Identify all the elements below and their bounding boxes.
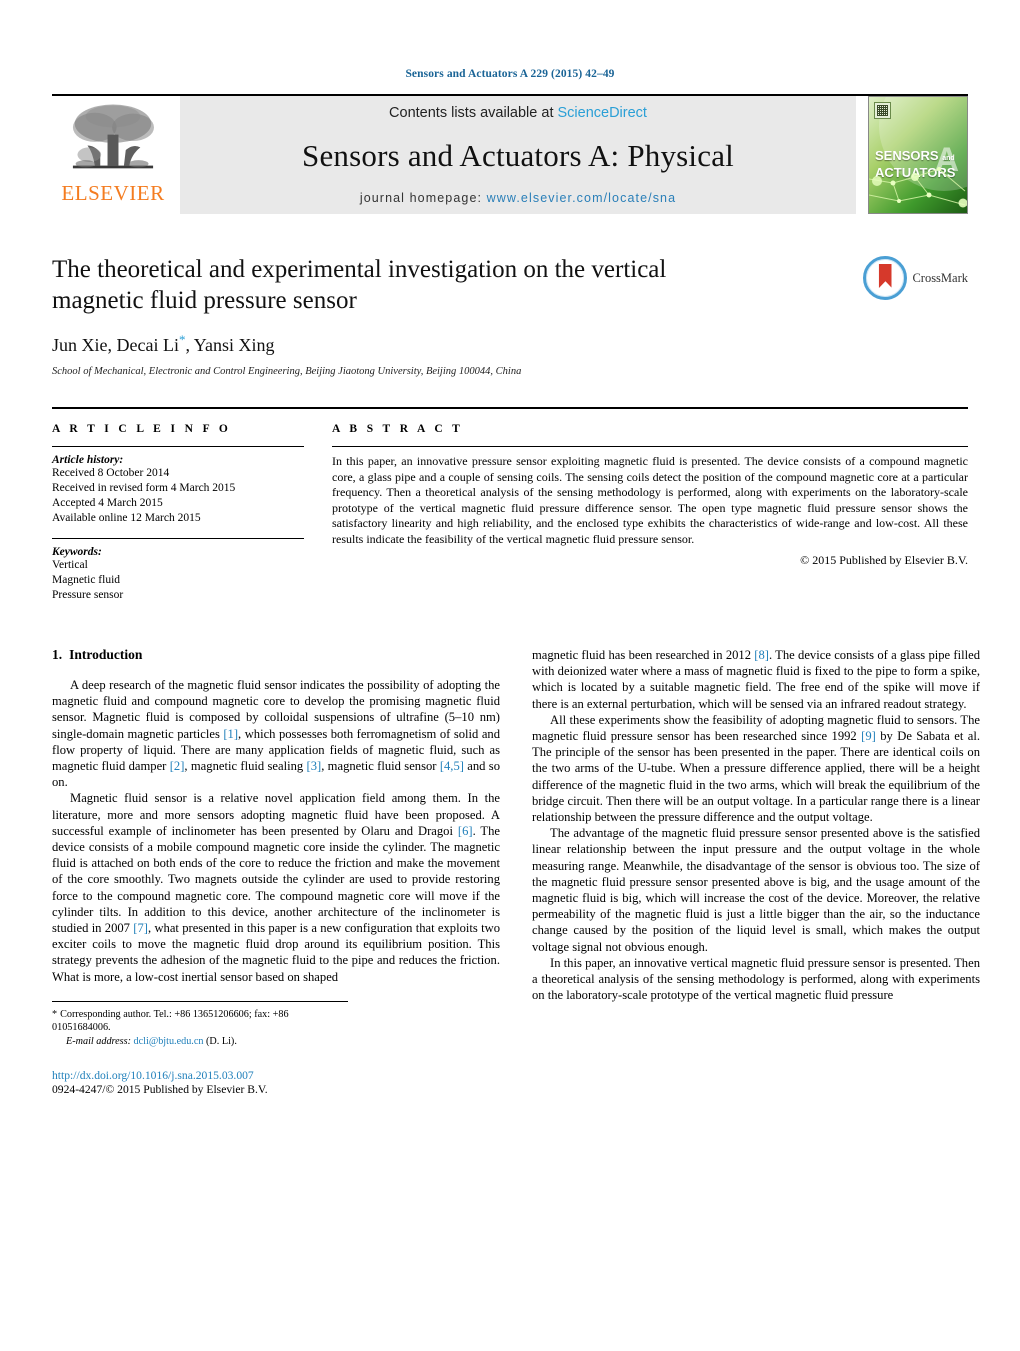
- citation-link[interactable]: [4,5]: [440, 759, 464, 773]
- citation-link[interactable]: [8]: [754, 648, 769, 662]
- info-abstract-section: A R T I C L E I N F O Article history: R…: [52, 407, 968, 603]
- section-title: Introduction: [69, 647, 143, 662]
- homepage-label: journal homepage:: [359, 191, 483, 205]
- citation-link[interactable]: [9]: [861, 729, 876, 743]
- citation-link[interactable]: [3]: [307, 759, 322, 773]
- citation-link[interactable]: [6]: [458, 824, 473, 838]
- body-paragraph: All these experiments show the feasibili…: [532, 712, 980, 825]
- paragraph-text: The advantage of the magnetic fluid pres…: [532, 826, 980, 954]
- keywords-rule: [52, 538, 304, 539]
- journal-masthead: ELSEVIER Contents lists available at Sci…: [52, 94, 968, 214]
- section-heading-introduction: 1. Introduction: [52, 647, 500, 663]
- doi-link[interactable]: http://dx.doi.org/10.1016/j.sna.2015.03.…: [52, 1069, 500, 1083]
- cover-elsevier-mark-icon: [874, 102, 891, 119]
- keyword-item: Vertical: [52, 559, 88, 571]
- right-column-paragraphs: magnetic fluid has been researched in 20…: [532, 647, 980, 1003]
- article-info-rule: [52, 446, 304, 447]
- authors-tail: , Yansi Xing: [185, 335, 275, 355]
- abstract-text: In this paper, an innovative pressure se…: [332, 454, 968, 546]
- homepage-url-link[interactable]: www.elsevier.com/locate/sna: [487, 191, 677, 205]
- section-number: 1.: [52, 647, 63, 662]
- body-paragraph: A deep research of the magnetic fluid se…: [52, 677, 500, 790]
- elsevier-tree-icon: [72, 104, 154, 169]
- title-line-2: magnetic fluid pressure sensor: [52, 287, 357, 314]
- left-column: 1. Introduction A deep research of the ma…: [52, 647, 500, 1097]
- right-column: magnetic fluid has been researched in 20…: [532, 647, 980, 1097]
- journal-cover-block: SENSORS and ACTUATORS A: [864, 96, 968, 214]
- article-history-item: Received in revised form 4 March 2015: [52, 482, 236, 494]
- keyword-item: Magnetic fluid: [52, 574, 121, 586]
- abstract-column: A B S T R A C T In this paper, an innova…: [332, 423, 968, 603]
- paragraph-text: by De Sabata et al. The principle of the…: [532, 729, 980, 825]
- body-paragraph: Magnetic fluid sensor is a relative nove…: [52, 790, 500, 984]
- masthead-center: Contents lists available at ScienceDirec…: [180, 96, 856, 214]
- paragraph-text: , magnetic fluid sealing: [184, 759, 307, 774]
- article-history-item: Available online 12 March 2015: [52, 512, 201, 524]
- left-column-paragraphs: A deep research of the magnetic fluid se…: [52, 677, 500, 985]
- bottom-metadata: http://dx.doi.org/10.1016/j.sna.2015.03.…: [52, 1069, 500, 1097]
- contents-available-line: Contents lists available at ScienceDirec…: [389, 105, 647, 121]
- article-info-heading: A R T I C L E I N F O: [52, 423, 232, 435]
- paragraph-text: In this paper, an innovative vertical ma…: [532, 955, 980, 1003]
- running-head: Sensors and Actuators A 229 (2015) 42–49: [405, 68, 615, 80]
- body-paragraph: The advantage of the magnetic fluid pres…: [532, 825, 980, 955]
- citation-link[interactable]: [1]: [223, 727, 238, 741]
- title-block: The theoretical and experimental investi…: [52, 254, 968, 377]
- article-info-column: A R T I C L E I N F O Article history: R…: [52, 423, 332, 603]
- keyword-item: Pressure sensor: [52, 589, 124, 601]
- footnote-email-suffix: (D. Li).: [206, 1036, 237, 1048]
- page-title: The theoretical and experimental investi…: [52, 254, 792, 316]
- authors-main: Jun Xie, Decai Li: [52, 335, 179, 355]
- article-history-item: Accepted 4 March 2015: [52, 497, 163, 509]
- article-history-label: Article history:: [52, 454, 124, 466]
- paragraph-text: , magnetic fluid sensor: [321, 759, 440, 774]
- abstract-rule: [332, 446, 968, 447]
- paper-page: Sensors and Actuators A 229 (2015) 42–49: [0, 0, 1020, 1351]
- contents-prefix: Contents lists available at: [389, 105, 558, 121]
- crossmark-label: CrossMark: [912, 270, 968, 285]
- footnote-star: *: [52, 1008, 58, 1020]
- citation-link[interactable]: [7]: [133, 921, 148, 935]
- crossmark-badge[interactable]: CrossMark: [863, 256, 968, 300]
- elsevier-wordmark: ELSEVIER: [61, 181, 165, 205]
- corresponding-author-footnote: * Corresponding author. Tel.: +86 1365120…: [52, 1000, 348, 1049]
- paragraph-text: Magnetic fluid sensor is a relative nove…: [52, 791, 500, 838]
- issn-copyright-line: 0924-4247/© 2015 Published by Elsevier B…: [52, 1082, 268, 1096]
- footnote-email-link[interactable]: dcli@bjtu.edu.cn: [134, 1036, 204, 1047]
- affiliation: School of Mechanical, Electronic and Con…: [52, 366, 522, 377]
- author-list: Jun Xie, Decai Li*, Yansi Xing: [52, 332, 968, 356]
- title-line-1: The theoretical and experimental investi…: [52, 256, 667, 283]
- citation-link[interactable]: [2]: [170, 759, 185, 773]
- body-paragraph: magnetic fluid has been researched in 20…: [532, 647, 980, 712]
- sciencedirect-link[interactable]: ScienceDirect: [558, 105, 647, 121]
- cover-network-graphic: [869, 167, 967, 208]
- keywords-label: Keywords:: [52, 546, 102, 558]
- journal-cover-image: SENSORS and ACTUATORS A: [868, 96, 968, 214]
- paragraph-text: . The device consists of a mobile compou…: [52, 823, 500, 936]
- body-paragraph: In this paper, an innovative vertical ma…: [532, 955, 980, 1004]
- article-history-item: Received 8 October 2014: [52, 467, 170, 479]
- elsevier-logo: ELSEVIER: [52, 96, 174, 214]
- footnote-corresponding-line: * Corresponding author. Tel.: +86 1365120…: [52, 1008, 348, 1035]
- abstract-heading: A B S T R A C T: [332, 423, 464, 435]
- paragraph-text: magnetic fluid has been researched in 20…: [532, 648, 755, 662]
- footnote-corresponding-text: Corresponding author. Tel.: +86 13651206…: [52, 1008, 289, 1034]
- journal-title: Sensors and Actuators A: Physical: [302, 138, 734, 173]
- body-columns: 1. Introduction A deep research of the ma…: [52, 647, 980, 1097]
- journal-homepage-line: journal homepage: www.elsevier.com/locat…: [360, 191, 676, 205]
- crossmark-icon: [863, 256, 908, 300]
- footnote-email-label: E-mail address:: [66, 1036, 131, 1048]
- abstract-copyright: © 2015 Published by Elsevier B.V.: [800, 552, 968, 567]
- footnote-email-line: E-mail address: dcli@bjtu.edu.cn (D. Li)…: [52, 1035, 348, 1049]
